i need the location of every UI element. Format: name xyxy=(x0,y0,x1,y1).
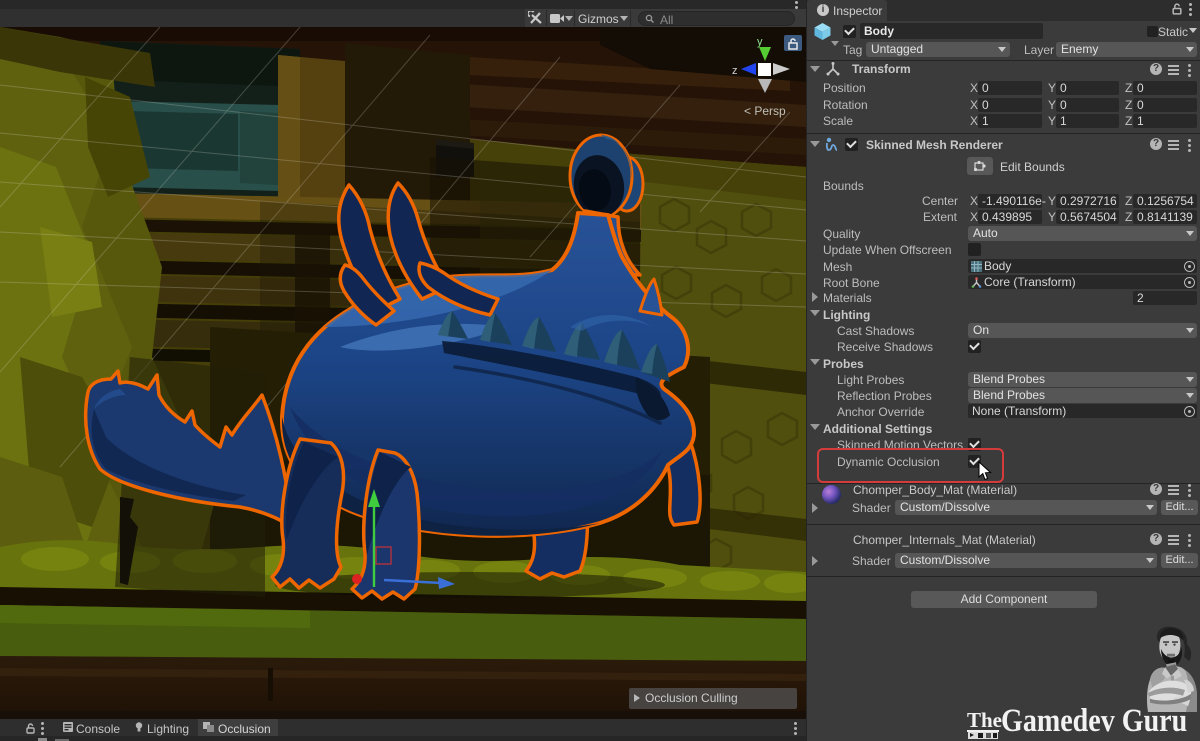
svg-text:< Persp: < Persp xyxy=(744,104,786,118)
svg-text:z: z xyxy=(732,65,738,77)
svg-text:Occlusion Culling: Occlusion Culling xyxy=(645,691,738,705)
svg-text:y: y xyxy=(757,36,763,48)
